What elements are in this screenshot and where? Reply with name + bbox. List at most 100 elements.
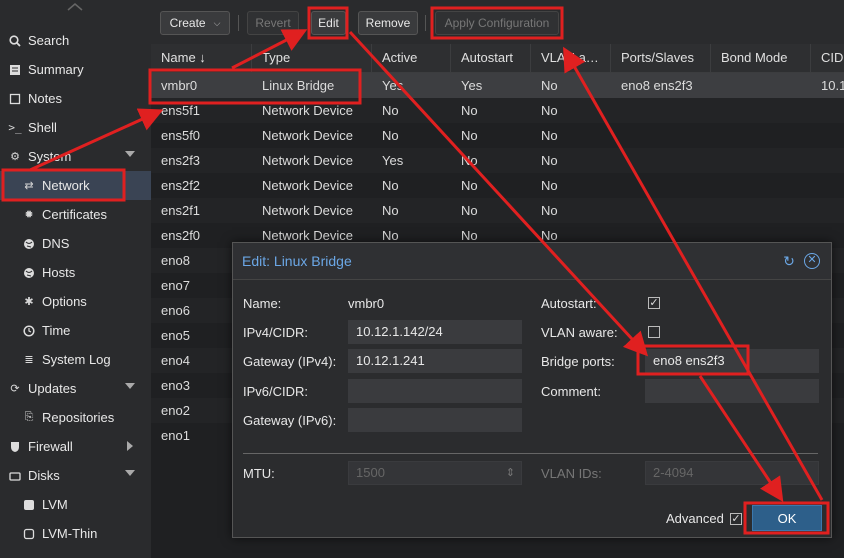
apply-configuration-button[interactable]: Apply Configuration: [435, 11, 559, 35]
notes-icon: [6, 93, 24, 105]
column-header-bond-mode[interactable]: Bond Mode: [711, 44, 811, 72]
remove-label: Remove: [365, 16, 411, 30]
sidebar-item-search[interactable]: Search: [0, 26, 151, 55]
sidebar-item-label: Network: [42, 178, 90, 193]
sidebar-item-label: Disks: [28, 468, 60, 483]
mtu-value: 1500: [356, 465, 385, 480]
bridge-ports-field[interactable]: eno8 ens2f3: [645, 349, 819, 373]
sidebar: Search Summary Notes >_ Shell ⚙ System ⇄…: [0, 0, 151, 558]
cell-active: Yes: [382, 153, 404, 168]
table-row[interactable]: ens5f1 Network Device No No No: [151, 98, 844, 123]
globe-icon: [20, 267, 38, 279]
close-icon[interactable]: ✕: [804, 253, 820, 269]
cell-name: ens2f2: [161, 178, 201, 193]
gateway-ipv4-field[interactable]: 10.12.1.241: [348, 349, 522, 373]
sidebar-item-certificates[interactable]: ✹ Certificates: [0, 200, 151, 229]
cell-name: ens5f1: [161, 103, 201, 118]
revert-button[interactable]: Revert: [247, 11, 299, 35]
cell-vlan-aware: No: [541, 78, 558, 93]
sidebar-item-label: Certificates: [42, 207, 108, 222]
sidebar-item-shell[interactable]: >_ Shell: [0, 113, 151, 142]
sidebar-item-label: Options: [42, 294, 87, 309]
ok-label: OK: [777, 510, 797, 526]
sidebar-item-time[interactable]: Time: [0, 316, 151, 345]
table-row[interactable]: ens5f0 Network Device No No No: [151, 123, 844, 148]
ipv4-cidr-field[interactable]: 10.12.1.142/24: [348, 320, 522, 344]
sidebar-item-firewall[interactable]: Firewall: [0, 432, 151, 461]
vlan-aware-checkbox[interactable]: [648, 326, 660, 338]
square-icon: [20, 499, 38, 511]
advanced-checkbox[interactable]: ✓: [730, 513, 742, 525]
ipv6-cidr-field[interactable]: [348, 379, 522, 403]
sidebar-item-system-log[interactable]: ≣ System Log: [0, 345, 151, 374]
sidebar-item-options[interactable]: ✱ Options: [0, 287, 151, 316]
table-row[interactable]: vmbr0 Linux Bridge Yes Yes No eno8 ens2f3 10.1: [151, 73, 844, 98]
vlan-ids-label: VLAN IDs:: [541, 466, 602, 481]
chevron-right-icon: [127, 441, 133, 451]
advanced-divider: [243, 453, 818, 454]
column-header-name[interactable]: Name ↓: [151, 44, 252, 72]
cell-active: No: [382, 103, 399, 118]
sidebar-item-label: System Log: [42, 352, 111, 367]
column-header-type[interactable]: Type: [252, 44, 372, 72]
vlan-ids-field[interactable]: 2-4094: [645, 461, 819, 485]
sidebar-item-lvm[interactable]: LVM: [0, 490, 151, 519]
sidebar-item-hosts[interactable]: Hosts: [0, 258, 151, 287]
cell-type: Network Device: [262, 203, 354, 218]
remove-button[interactable]: Remove: [358, 11, 418, 35]
sidebar-item-summary[interactable]: Summary: [0, 55, 151, 84]
sidebar-item-notes[interactable]: Notes: [0, 84, 151, 113]
table-row[interactable]: ens2f2 Network Device No No No: [151, 173, 844, 198]
cell-name: ens5f0: [161, 128, 201, 143]
cell-ports-slaves: eno8 ens2f3: [621, 78, 693, 93]
list-icon: ≣: [24, 354, 34, 366]
sidebar-item-lvm-thin[interactable]: LVM-Thin: [0, 519, 151, 548]
cell-active: Yes: [382, 78, 404, 93]
column-header-cidr[interactable]: CID: [811, 44, 844, 72]
ok-button[interactable]: OK: [752, 505, 822, 531]
sidebar-item-dns[interactable]: DNS: [0, 229, 151, 258]
comment-label: Comment:: [541, 384, 601, 399]
table-row[interactable]: ens2f1 Network Device No No No: [151, 198, 844, 223]
column-header-active[interactable]: Active: [372, 44, 451, 72]
gateway-ipv6-label: Gateway (IPv6):: [243, 413, 337, 428]
sidebar-item-network[interactable]: ⇄ Network: [0, 171, 151, 200]
sidebar-item-repositories[interactable]: ⎘ Repositories: [0, 403, 151, 432]
cell-name: ens2f3: [161, 153, 201, 168]
sidebar-item-disks[interactable]: Disks: [0, 461, 151, 490]
sidebar-item-label: LVM: [42, 497, 68, 512]
shell-icon: >_: [8, 121, 22, 134]
toolbar: Create ⌵ Revert Edit Remove Apply Config…: [151, 0, 844, 44]
column-header-autostart[interactable]: Autostart: [451, 44, 531, 72]
spinner-icon[interactable]: ⇕: [506, 462, 515, 484]
toolbar-separator: [238, 15, 239, 31]
cell-bond-mode: [711, 73, 811, 98]
cell-ports-slaves: [611, 148, 711, 173]
collapse-tab[interactable]: [58, 0, 92, 14]
table-row[interactable]: ens2f3 Network Device Yes No No: [151, 148, 844, 173]
cell-name: ens2f1: [161, 203, 201, 218]
gateway-ipv6-field[interactable]: [348, 408, 522, 432]
sidebar-item-label: Time: [42, 323, 71, 338]
gear-icon: ✱: [24, 296, 34, 308]
edit-label: Edit: [318, 16, 339, 30]
cell-autostart: No: [461, 153, 478, 168]
sidebar-item-updates[interactable]: ⟳ Updates: [0, 374, 151, 403]
cell-vlan-aware: No: [541, 128, 558, 143]
edit-button[interactable]: Edit: [311, 11, 346, 35]
sidebar-item-system[interactable]: ⚙ System: [0, 142, 151, 171]
create-button[interactable]: Create ⌵: [160, 11, 230, 35]
cell-autostart: No: [461, 203, 478, 218]
mtu-label: MTU:: [243, 466, 275, 481]
comment-field[interactable]: [645, 379, 819, 403]
autostart-checkbox[interactable]: ✓: [648, 297, 660, 309]
column-header-vlan-aware[interactable]: VLAN a…: [531, 44, 611, 72]
cell-type: Network Device: [262, 178, 354, 193]
column-header-ports-slaves[interactable]: Ports/Slaves: [611, 44, 711, 72]
disks-icon: [6, 470, 24, 482]
refresh-icon: ⟳: [10, 383, 20, 395]
reset-icon[interactable]: ↻: [781, 253, 797, 269]
summary-icon: [6, 64, 24, 76]
mtu-field[interactable]: 1500 ⇕: [348, 461, 522, 485]
create-label: Create: [169, 16, 206, 30]
